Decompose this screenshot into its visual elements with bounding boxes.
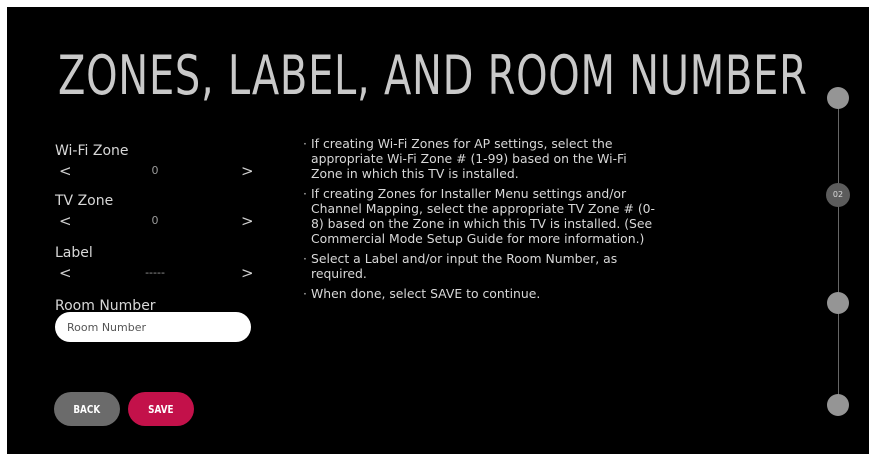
tv-zone-selector[interactable]: 0 < > — [55, 212, 255, 230]
room-number-input[interactable] — [55, 312, 251, 342]
save-button-label: SAVE — [148, 402, 174, 416]
instruction-item: Select a Label and/or input the Room Num… — [303, 251, 658, 281]
wifi-zone-prev-icon[interactable]: < — [59, 162, 72, 180]
progress-step-dot — [827, 87, 849, 109]
wifi-zone-value: 0 — [151, 164, 159, 177]
progress-track — [838, 95, 839, 405]
progress-current-step: 02 — [826, 183, 850, 207]
wifi-zone-selector[interactable]: 0 < > — [55, 162, 255, 180]
wifi-zone-next-icon[interactable]: > — [241, 162, 254, 180]
label-selector[interactable]: ----- < > — [55, 264, 255, 282]
back-button[interactable]: BACK — [54, 392, 120, 426]
save-button[interactable]: SAVE — [128, 392, 194, 426]
instruction-item: When done, select SAVE to continue. — [303, 286, 658, 301]
instruction-item: If creating Wi-Fi Zones for AP settings,… — [303, 136, 658, 181]
instructions-list: If creating Wi-Fi Zones for AP settings,… — [303, 136, 658, 306]
progress-step-dot — [827, 292, 849, 314]
back-button-label: BACK — [73, 402, 101, 416]
label-next-icon[interactable]: > — [241, 264, 254, 282]
tv-zone-value: 0 — [151, 214, 159, 227]
wifi-zone-label: Wi-Fi Zone — [55, 143, 129, 159]
progress-step-dot — [827, 394, 849, 416]
label-field-label: Label — [55, 245, 93, 261]
tv-zone-next-icon[interactable]: > — [241, 212, 254, 230]
tv-zone-label: TV Zone — [55, 193, 114, 209]
page-title: ZONES, LABEL, AND ROOM NUMBER — [58, 44, 808, 107]
label-prev-icon[interactable]: < — [59, 264, 72, 282]
tv-zone-prev-icon[interactable]: < — [59, 212, 72, 230]
instruction-item: If creating Zones for Installer Menu set… — [303, 186, 658, 246]
label-value: ----- — [145, 266, 165, 279]
